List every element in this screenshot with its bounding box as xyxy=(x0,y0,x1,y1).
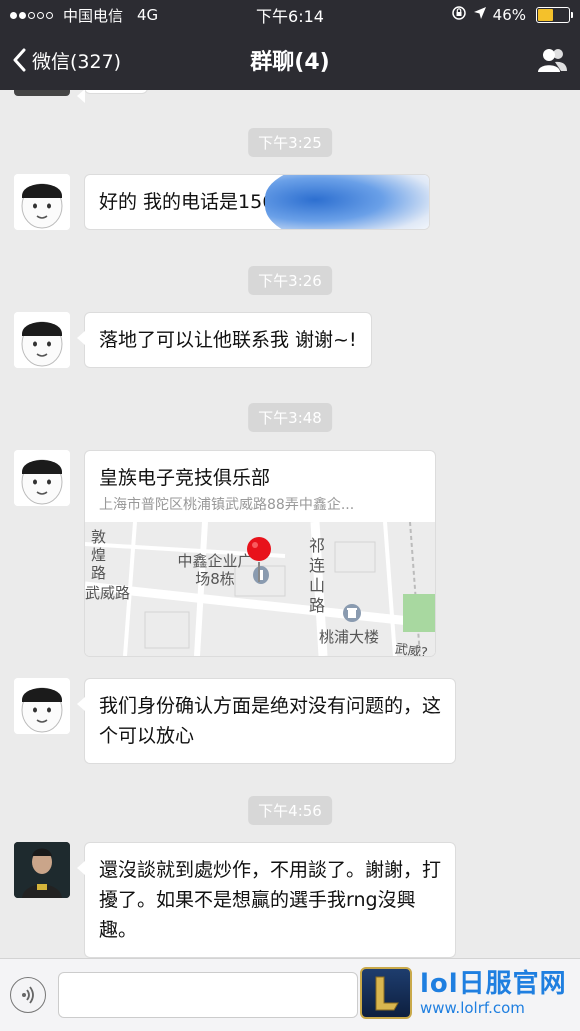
building-icon xyxy=(343,604,361,622)
message-text: 我们身份确认方面是绝对没有问题的，这个可以放心 xyxy=(99,695,442,747)
message-bubble[interactable]: 好的 我的电话是156 xyxy=(84,174,430,230)
message-text: 落地了可以让他联系我 谢谢~! xyxy=(99,329,357,351)
signal-strength-icon xyxy=(10,11,53,19)
map-label-wuwei: 武威路 xyxy=(85,584,131,602)
avatar[interactable] xyxy=(14,678,70,734)
people-icon xyxy=(538,49,567,72)
avatar[interactable] xyxy=(14,842,70,898)
map-label-wuwei-right: 武威? xyxy=(393,641,429,657)
timestamp: 下午3:26 xyxy=(248,266,332,295)
avatar[interactable] xyxy=(14,174,70,230)
status-time: 下午6:14 xyxy=(256,7,324,26)
watermark-url: www.lolrf.com xyxy=(420,999,525,1017)
cartoon-face-icon xyxy=(14,312,70,368)
location-card[interactable]: 皇族电子竞技俱乐部 上海市普陀区桃浦镇武威路88弄中鑫企... 敦煌路 武威路 … xyxy=(84,450,436,657)
battery-icon xyxy=(536,7,573,23)
nav-bar: 微信(327) 群聊(4) xyxy=(0,30,580,90)
voice-icon xyxy=(22,986,34,1004)
location-title: 皇族电子竞技俱乐部 xyxy=(99,467,271,489)
back-button[interactable]: 微信(327) xyxy=(12,47,121,74)
watermark: lol日服官网 www.lolrf.com xyxy=(360,962,574,1024)
chevron-left-icon xyxy=(13,48,26,72)
location-address: 上海市普陀区桃浦镇武威路88弄中鑫企... xyxy=(99,497,355,513)
carrier: 中国电信 xyxy=(63,6,124,25)
rotation-lock-icon xyxy=(451,5,467,25)
top-bar: 中国电信 4G 下午6:14 46% 微信(327) 群聊(4) xyxy=(0,0,580,90)
avatar xyxy=(14,90,70,96)
message-text: 還沒談就到處炒作，不用談了。謝謝，打擾了。如果不是想贏的選手我rng沒興趣。 xyxy=(99,859,442,941)
timestamp: 下午3:25 xyxy=(248,128,332,157)
avatar[interactable] xyxy=(14,312,70,368)
map-label-taopu: 桃浦大楼 xyxy=(319,628,380,646)
avatar[interactable] xyxy=(14,450,70,506)
cartoon-face-icon xyxy=(14,450,70,506)
message-input[interactable] xyxy=(58,972,358,1018)
message-bubble[interactable]: 我们身份确认方面是绝对没有问题的，这个可以放心 xyxy=(77,678,456,764)
message: 皇族电子竞技俱乐部 上海市普陀区桃浦镇武威路88弄中鑫企... 敦煌路 武威路 … xyxy=(14,450,436,657)
cartoon-face-icon xyxy=(14,174,70,230)
battery-percent: 46% xyxy=(492,6,526,24)
message-bubble[interactable]: 落地了可以让他联系我 谢谢~! xyxy=(77,312,372,368)
message-bubble[interactable]: 還沒談就到處炒作，不用談了。謝謝，打擾了。如果不是想贏的選手我rng沒興趣。 xyxy=(77,842,456,958)
message-partial xyxy=(14,90,148,103)
map-pin-icon xyxy=(245,536,273,584)
status-bar: 中国电信 4G 下午6:14 46% xyxy=(0,0,580,30)
location-arrow-icon xyxy=(473,6,487,24)
cartoon-face-icon xyxy=(14,678,70,734)
scribble-redaction xyxy=(265,175,429,229)
group-info-button[interactable] xyxy=(536,44,568,76)
message: 好的 我的电话是156 xyxy=(14,174,430,230)
map-label-zhongxin: 中鑫企业广场8栋 xyxy=(177,552,253,588)
message: 還沒談就到處炒作，不用談了。謝謝，打擾了。如果不是想贏的選手我rng沒興趣。 xyxy=(14,842,456,958)
map-label-dunhuang: 敦煌路 xyxy=(91,528,107,582)
map-label-qilian: 祁连山路 xyxy=(309,536,326,615)
message: 落地了可以让他联系我 谢谢~! xyxy=(14,312,372,368)
watermark-title: lol日服官网 xyxy=(420,969,567,999)
location-map[interactable]: 敦煌路 武威路 中鑫企业广场8栋 祁连山路 桃浦大楼 武威? xyxy=(85,522,435,656)
network-type: 4G xyxy=(137,6,159,24)
back-label: 微信(327) xyxy=(32,50,122,73)
timestamp: 下午4:56 xyxy=(248,796,332,825)
message-text: 好的 我的电话是156 xyxy=(99,191,275,213)
chat-area[interactable]: 下午3:25 好的 我的电话是156 下午3:26 落地了可以让他联系我 谢谢~… xyxy=(0,90,580,958)
voice-input-button[interactable] xyxy=(10,977,46,1013)
timestamp: 下午3:48 xyxy=(248,403,332,432)
message: 我们身份确认方面是绝对没有问题的，这个可以放心 xyxy=(14,678,456,764)
player-photo-icon xyxy=(14,842,70,898)
league-logo-icon xyxy=(360,967,412,1019)
